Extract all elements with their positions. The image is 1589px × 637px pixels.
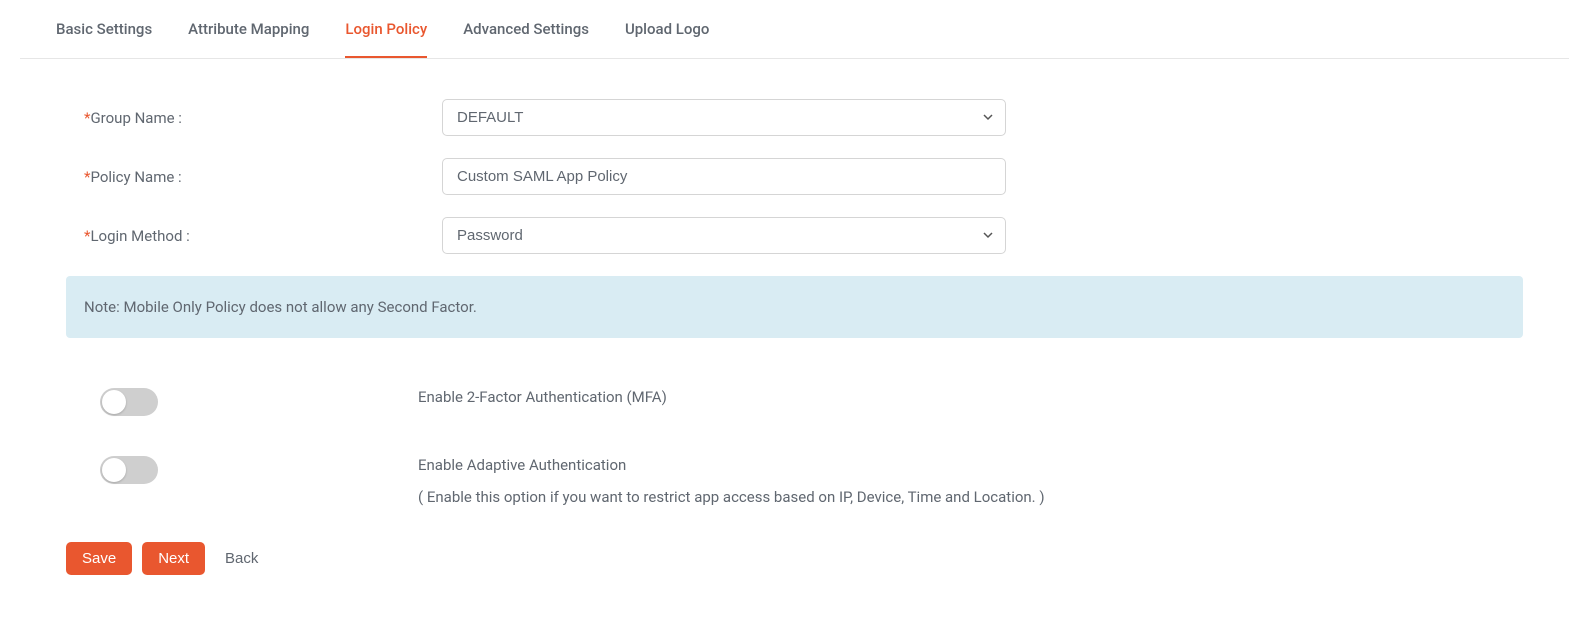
next-button[interactable]: Next bbox=[142, 542, 205, 575]
tab-advanced-settings[interactable]: Advanced Settings bbox=[463, 20, 589, 58]
save-button[interactable]: Save bbox=[66, 542, 132, 575]
login-method-label: *Login Method : bbox=[66, 227, 442, 245]
policy-name-input[interactable] bbox=[442, 158, 1006, 195]
back-button[interactable]: Back bbox=[215, 542, 268, 575]
group-name-label: *Group Name : bbox=[66, 109, 442, 127]
note-box: Note: Mobile Only Policy does not allow … bbox=[66, 276, 1523, 338]
tab-basic-settings[interactable]: Basic Settings bbox=[56, 20, 152, 58]
tab-upload-logo[interactable]: Upload Logo bbox=[625, 20, 709, 58]
login-method-select[interactable]: Password bbox=[442, 217, 1006, 254]
mfa-toggle[interactable] bbox=[100, 388, 158, 416]
group-name-select[interactable]: DEFAULT bbox=[442, 99, 1006, 136]
adaptive-toggle[interactable] bbox=[100, 456, 158, 484]
mfa-label: Enable 2-Factor Authentication (MFA) bbox=[418, 388, 1523, 406]
adaptive-hint: ( Enable this option if you want to rest… bbox=[418, 488, 1523, 506]
tab-bar: Basic Settings Attribute Mapping Login P… bbox=[20, 0, 1569, 59]
adaptive-label: Enable Adaptive Authentication bbox=[418, 456, 1523, 474]
policy-name-label: *Policy Name : bbox=[66, 168, 442, 186]
tab-login-policy[interactable]: Login Policy bbox=[345, 20, 427, 58]
tab-attribute-mapping[interactable]: Attribute Mapping bbox=[188, 20, 309, 58]
